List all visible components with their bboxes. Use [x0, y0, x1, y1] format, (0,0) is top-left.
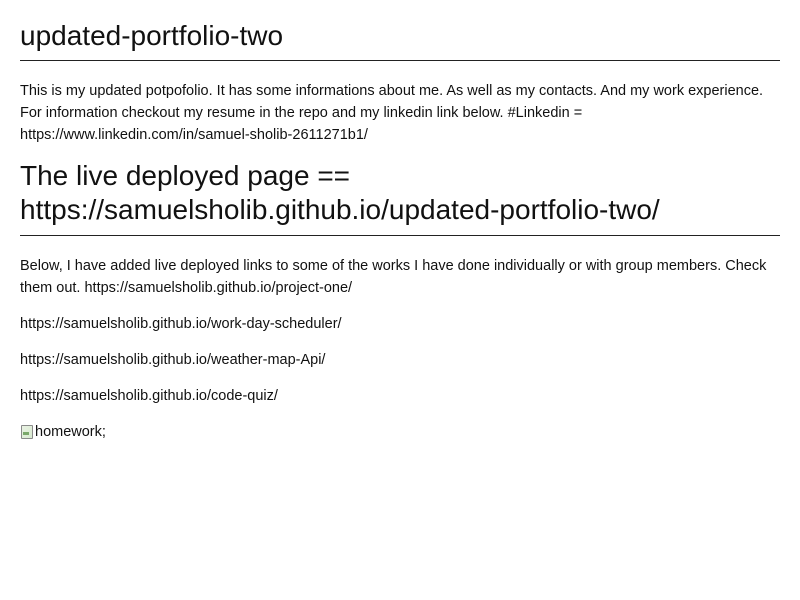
image-alt-text: homework; — [35, 424, 106, 440]
link-work-day-scheduler: https://samuelsholib.github.io/work-day-… — [20, 316, 342, 332]
homework-image: homework; — [20, 421, 106, 443]
intro-paragraph: This is my updated potpofolio. It has so… — [20, 83, 764, 143]
broken-image-icon — [20, 424, 34, 440]
link-code-quiz: https://samuelsholib.github.io/code-quiz… — [20, 388, 278, 404]
works-paragraph: Below, I have added live deployed links … — [20, 258, 767, 296]
link-weather-map-api: https://samuelsholib.github.io/weather-m… — [20, 352, 326, 368]
deployed-page-heading: The live deployed page == https://samuel… — [20, 159, 780, 236]
page-title: updated-portfolio-two — [20, 0, 780, 61]
readme-page: updated-portfolio-two This is my updated… — [0, 0, 800, 445]
